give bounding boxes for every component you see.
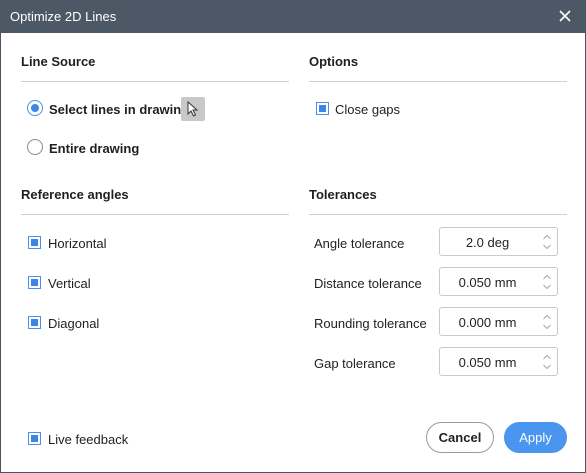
pick-lines-button[interactable] — [181, 97, 205, 121]
angle-tolerance-spinbox[interactable]: 2.0 deg — [439, 227, 558, 256]
entire-drawing-radio[interactable] — [27, 139, 43, 155]
entire-drawing-label: Entire drawing — [49, 141, 140, 156]
live-feedback-checkbox[interactable] — [28, 432, 41, 445]
diagonal-label: Diagonal — [48, 316, 100, 331]
rounding-tolerance-value[interactable]: 0.000 mm — [440, 315, 535, 330]
diagonal-checkbox[interactable] — [28, 316, 41, 329]
options-divider — [309, 81, 567, 82]
gap-tolerance-spinbox[interactable]: 0.050 mm — [439, 347, 558, 376]
select-lines-label: Select lines in drawing — [49, 102, 190, 117]
spin-arrows-icon[interactable] — [541, 351, 553, 373]
title-bar: Optimize 2D Lines — [1, 1, 585, 33]
vertical-checkbox[interactable] — [28, 276, 41, 289]
distance-tolerance-value[interactable]: 0.050 mm — [440, 275, 535, 290]
optimize-2d-lines-dialog: Optimize 2D Lines Line Source Select lin… — [0, 0, 586, 473]
distance-tolerance-label: Distance tolerance — [314, 276, 422, 291]
horizontal-checkbox[interactable] — [28, 236, 41, 249]
live-feedback-label: Live feedback — [48, 432, 129, 447]
close-gaps-label: Close gaps — [335, 102, 401, 117]
window-title: Optimize 2D Lines — [10, 9, 117, 24]
close-gaps-checkbox[interactable] — [316, 102, 329, 115]
rounding-tolerance-spinbox[interactable]: 0.000 mm — [439, 307, 558, 336]
line-source-heading: Line Source — [21, 54, 96, 69]
angle-tolerance-value[interactable]: 2.0 deg — [440, 235, 535, 250]
reference-angles-heading: Reference angles — [21, 187, 129, 202]
angle-tolerance-label: Angle tolerance — [314, 236, 405, 251]
gap-tolerance-label: Gap tolerance — [314, 356, 396, 371]
spin-arrows-icon[interactable] — [541, 311, 553, 333]
reference-angles-divider — [21, 214, 289, 215]
cursor-arrow-icon — [187, 100, 199, 117]
apply-button[interactable]: Apply — [504, 422, 567, 453]
cancel-button[interactable]: Cancel — [426, 422, 494, 453]
spin-arrows-icon[interactable] — [541, 271, 553, 293]
rounding-tolerance-label: Rounding tolerance — [314, 316, 427, 331]
line-source-divider — [21, 81, 289, 82]
options-heading: Options — [309, 54, 359, 69]
horizontal-label: Horizontal — [48, 236, 107, 251]
distance-tolerance-spinbox[interactable]: 0.050 mm — [439, 267, 558, 296]
spin-arrows-icon[interactable] — [541, 231, 553, 253]
select-lines-radio[interactable] — [27, 100, 43, 116]
gap-tolerance-value[interactable]: 0.050 mm — [440, 355, 535, 370]
tolerances-divider — [309, 214, 567, 215]
tolerances-heading: Tolerances — [309, 187, 377, 202]
close-icon[interactable] — [555, 6, 575, 26]
vertical-label: Vertical — [48, 276, 91, 291]
